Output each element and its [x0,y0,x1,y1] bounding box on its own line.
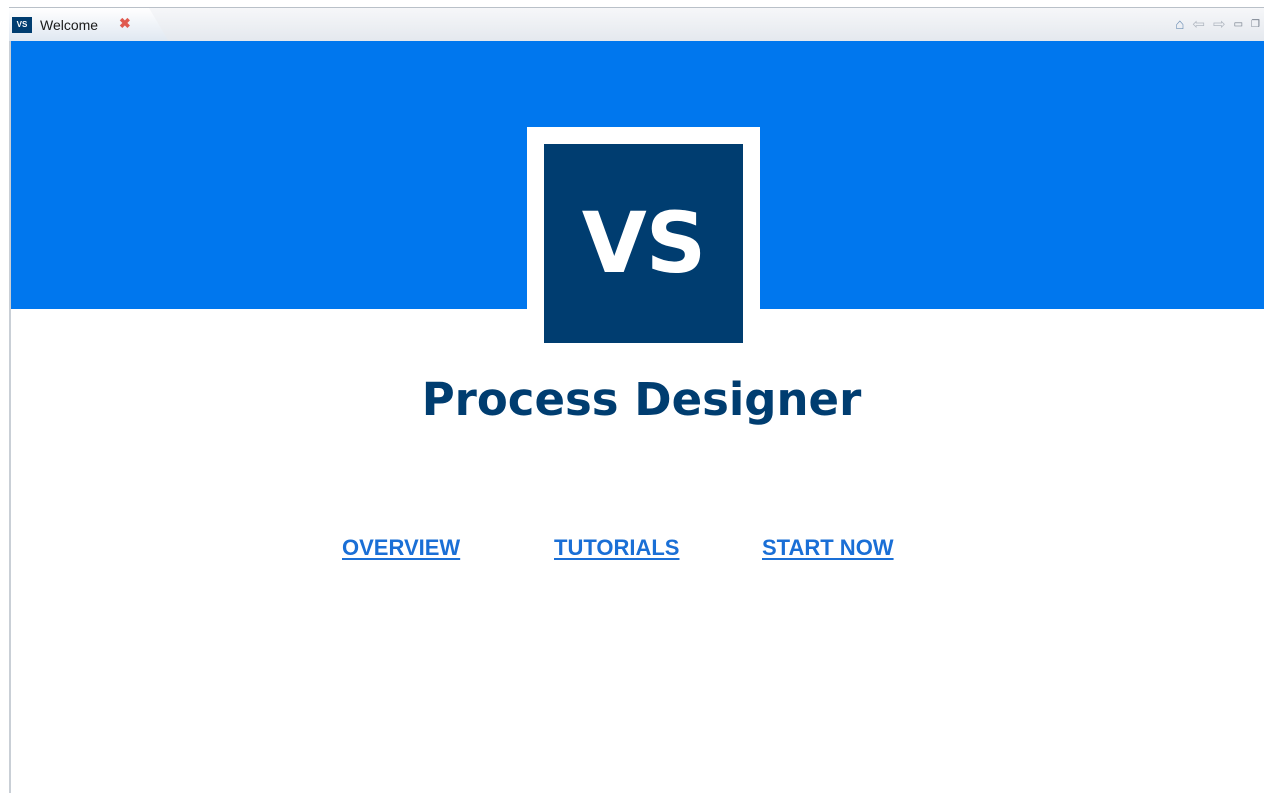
close-icon[interactable]: ✖ [119,15,131,32]
tab-welcome[interactable]: VS Welcome ✖ [9,8,169,42]
editor-tab-bar: VS Welcome ✖ ⌂ ⇦ ⇨ ▭ ❐ [9,7,1264,43]
back-arrow-icon[interactable]: ⇦ [1192,15,1205,35]
page-title: Process Designer [421,373,862,426]
tab-label: Welcome [40,17,99,33]
tutorials-link[interactable]: TUTORIALS [554,535,679,561]
view-toolbar: ⌂ ⇦ ⇨ ▭ ❐ [1175,12,1260,38]
home-icon[interactable]: ⌂ [1175,15,1184,35]
maximize-icon[interactable]: ❐ [1251,15,1260,35]
forward-arrow-icon[interactable]: ⇨ [1213,15,1226,35]
minimize-icon[interactable]: ▭ [1234,15,1243,35]
vs-app-icon: VS [12,17,32,33]
vs-logo: VS [544,144,743,343]
welcome-view: VS Welcome ✖ ⌂ ⇦ ⇨ ▭ ❐ VS Process Design… [0,0,1264,793]
overview-link[interactable]: OVERVIEW [342,535,460,561]
start-now-link[interactable]: START NOW [762,535,894,561]
